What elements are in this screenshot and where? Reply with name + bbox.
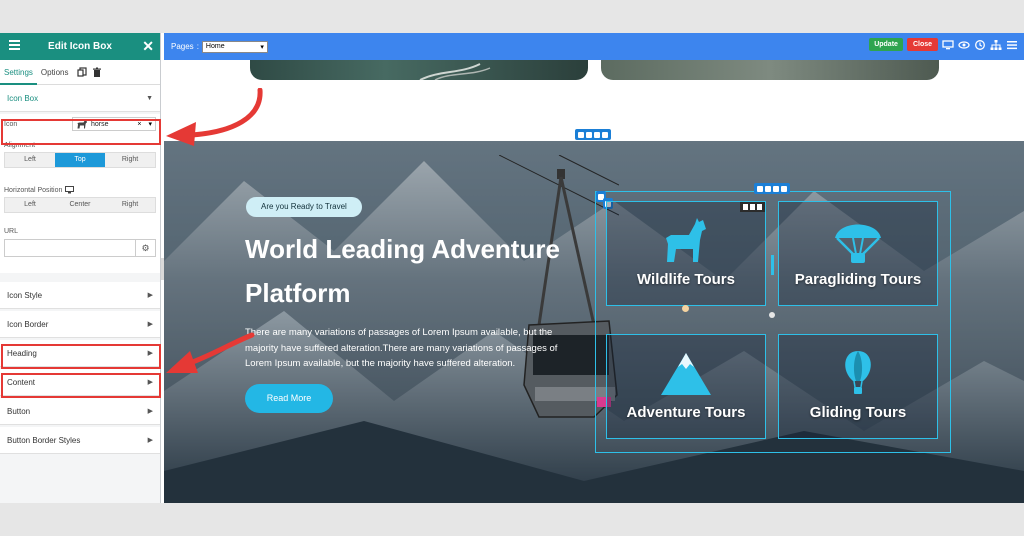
horizontal-right-option[interactable]: Right xyxy=(105,198,155,212)
drag-handle[interactable] xyxy=(769,312,775,318)
chevron-right-icon: ▶ xyxy=(147,292,153,299)
copy-icon[interactable] xyxy=(77,67,88,77)
section-label: Button Border Styles xyxy=(7,435,81,445)
close-button[interactable]: Close xyxy=(906,38,938,51)
editor-canvas: Are you Ready to Travel World Leading Ad… xyxy=(164,60,1024,503)
chevron-right-icon: ▶ xyxy=(147,437,153,444)
section-icon-box-label: Icon Box xyxy=(7,93,39,103)
road-image xyxy=(419,63,491,80)
desktop-preview-icon[interactable] xyxy=(942,39,954,51)
section-label: Button xyxy=(7,406,31,416)
tab-options[interactable]: Options xyxy=(37,60,73,85)
chevron-down-icon: ▼ xyxy=(146,94,153,102)
section-label: Icon Style xyxy=(7,290,43,300)
icon-box-wildlife[interactable]: Wildlife Tours xyxy=(606,201,766,306)
icon-box-gliding[interactable]: Gliding Tours xyxy=(778,334,938,439)
section-heading[interactable]: Heading ▶ xyxy=(0,340,160,367)
pages-select[interactable]: Home ▾ xyxy=(201,40,268,53)
menu-icon[interactable] xyxy=(1006,39,1018,51)
section-label: Heading xyxy=(7,348,37,358)
alignment-field: Alignment Left Top Right xyxy=(0,138,160,182)
section-icon-style[interactable]: Icon Style ▶ xyxy=(0,282,160,309)
horizontal-position-label: Horizontal Position xyxy=(4,186,63,194)
chevron-down-icon: ▾ xyxy=(260,43,264,51)
icon-box-title: Paragliding Tours xyxy=(794,271,922,288)
icon-box-adventure[interactable]: Adventure Tours xyxy=(606,334,766,439)
icon-picker-value: horse xyxy=(91,120,109,128)
trash-icon[interactable] xyxy=(92,67,102,77)
chevron-right-icon: ▶ xyxy=(147,350,153,357)
icon-box-paragliding[interactable]: Paragliding Tours xyxy=(778,201,938,306)
hero-paragraph[interactable]: There are many variations of passages of… xyxy=(245,325,585,372)
icon-box-title: Wildlife Tours xyxy=(637,271,735,288)
tab-settings[interactable]: Settings xyxy=(0,60,37,85)
sidebar-title: Edit Icon Box xyxy=(48,41,112,52)
icon-box-title: Gliding Tours xyxy=(809,404,907,421)
url-field: URL ⚙ xyxy=(0,224,160,273)
horizontal-left-option[interactable]: Left xyxy=(5,198,55,212)
icon-box-title: Adventure Tours xyxy=(626,404,746,421)
sidebar-header: Edit Icon Box ✕ xyxy=(0,33,160,60)
horizontal-position-segmented-control: Left Center Right xyxy=(4,197,156,213)
icon-field-label: Icon xyxy=(4,120,18,128)
read-more-button[interactable]: Read More xyxy=(245,384,333,413)
parachute-icon xyxy=(835,224,881,263)
resize-handle[interactable] xyxy=(771,255,774,275)
horizontal-center-option[interactable]: Center xyxy=(55,198,105,212)
gallery-image xyxy=(250,60,588,80)
alignment-top-option[interactable]: Top xyxy=(55,153,105,167)
toolbar-actions: Update Close xyxy=(869,38,1018,51)
update-button[interactable]: Update xyxy=(869,38,903,51)
edit-sidebar: Edit Icon Box ✕ Settings Options Icon Bo… xyxy=(0,33,161,503)
section-icon-box[interactable]: Icon Box ▼ xyxy=(0,85,160,112)
alignment-left-option[interactable]: Left xyxy=(5,153,55,167)
gallery-image xyxy=(601,60,939,80)
url-input[interactable] xyxy=(4,239,136,257)
horse-icon xyxy=(77,120,87,129)
hot-air-balloon-icon xyxy=(845,351,871,394)
sitemap-icon[interactable] xyxy=(990,39,1002,51)
pages-select-value: Home xyxy=(205,43,225,50)
url-label: URL xyxy=(4,228,19,235)
clear-icon[interactable]: × xyxy=(137,121,141,128)
gear-icon[interactable]: ⚙ xyxy=(136,239,156,257)
hamburger-menu-icon[interactable] xyxy=(9,40,20,50)
pages-label: Pages xyxy=(171,42,194,51)
drag-handle[interactable] xyxy=(682,305,689,312)
history-icon[interactable] xyxy=(974,39,986,51)
section-label: Content xyxy=(7,377,36,387)
alignment-segmented-control: Left Top Right xyxy=(4,152,156,168)
section-icon-border[interactable]: Icon Border ▶ xyxy=(0,311,160,338)
chevron-right-icon: ▶ xyxy=(147,408,153,415)
chevron-right-icon: ▶ xyxy=(147,321,153,328)
mountain-icon xyxy=(661,353,711,395)
section-label: Icon Border xyxy=(7,319,49,329)
icon-box-toolbar[interactable] xyxy=(740,202,765,212)
page-builder-window: Edit Icon Box ✕ Settings Options Icon Bo… xyxy=(0,33,1024,503)
hero-heading[interactable]: World Leading Adventure Platform xyxy=(245,227,605,315)
hero-tagline-badge: Are you Ready to Travel xyxy=(246,197,362,217)
horse-icon xyxy=(666,218,706,262)
section-button[interactable]: Button ▶ xyxy=(0,398,160,425)
icon-field-row: Icon horse × ▾ xyxy=(0,114,160,138)
horizontal-position-label-row: Horizontal Position xyxy=(4,186,156,194)
chevron-down-icon[interactable]: ▾ xyxy=(148,120,152,128)
eye-icon[interactable] xyxy=(958,39,970,51)
top-toolbar: Pages : Home ▾ Update Close xyxy=(164,33,1024,60)
horizontal-position-field: Horizontal Position Left Center Right xyxy=(0,182,160,224)
alignment-label: Alignment xyxy=(4,142,36,149)
alignment-right-option[interactable]: Right xyxy=(105,153,155,167)
desktop-icon[interactable] xyxy=(65,186,75,194)
pages-colon: : xyxy=(196,42,199,51)
hero-section[interactable]: Are you Ready to Travel World Leading Ad… xyxy=(164,141,1024,503)
chevron-right-icon: ▶ xyxy=(147,379,153,386)
sidebar-tabs: Settings Options xyxy=(0,60,160,85)
section-content[interactable]: Content ▶ xyxy=(0,369,160,396)
section-toolbar[interactable] xyxy=(575,129,611,140)
section-button-border-styles[interactable]: Button Border Styles ▶ xyxy=(0,427,160,454)
row-toolbar[interactable] xyxy=(754,183,790,194)
close-icon[interactable]: ✕ xyxy=(142,38,154,54)
icon-picker[interactable]: horse × ▾ xyxy=(72,117,156,131)
